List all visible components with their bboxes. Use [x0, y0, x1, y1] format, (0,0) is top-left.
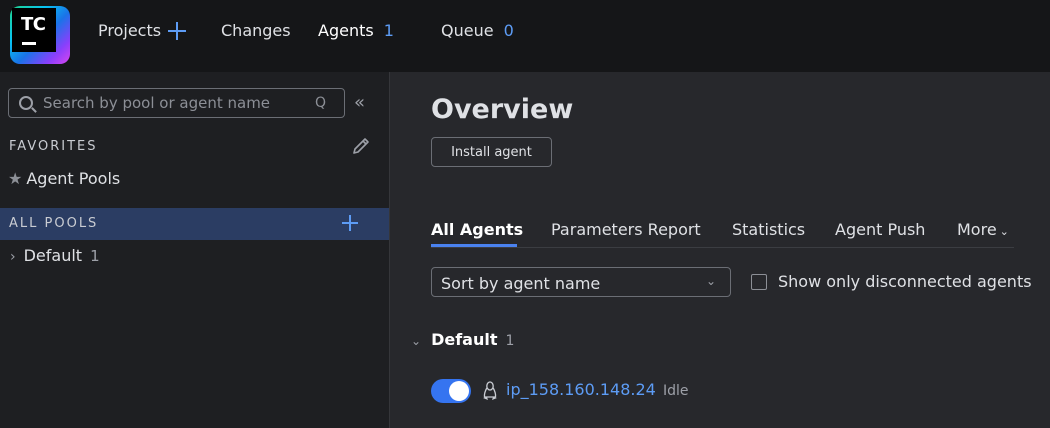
tab-all-agents[interactable]: All Agents	[431, 220, 523, 239]
plus-icon[interactable]	[168, 22, 186, 40]
agent-name-link[interactable]: ip_158.160.148.24	[506, 380, 656, 399]
pool-name[interactable]: Default	[24, 246, 82, 265]
favorite-item-label[interactable]: Agent Pools	[26, 169, 120, 188]
sidebar-pool-default[interactable]: › Default 1	[10, 246, 100, 265]
all-pools-row[interactable]: ALL POOLS	[0, 208, 389, 240]
active-tab-underline	[431, 244, 517, 247]
nav-changes[interactable]: Changes	[221, 21, 291, 40]
sort-select-value: Sort by agent name	[441, 274, 601, 293]
agent-tabs: All Agents Parameters Report Statistics …	[431, 218, 1014, 248]
nav-queue[interactable]: Queue 0	[441, 21, 514, 40]
pool-group-default[interactable]: ⌄ Default 1	[411, 330, 514, 349]
tab-statistics[interactable]: Statistics	[732, 220, 805, 239]
nav-projects-label[interactable]: Projects	[98, 21, 161, 40]
tab-agent-push[interactable]: Agent Push	[835, 220, 925, 239]
nav-projects[interactable]: Projects	[98, 21, 186, 40]
agent-status: Idle	[663, 383, 689, 399]
chevron-down-icon[interactable]: ⌄	[411, 334, 421, 348]
search-shortcut-hint: Q	[314, 95, 326, 111]
all-pools-heading: ALL POOLS	[9, 216, 99, 231]
nav-queue-label[interactable]: Queue	[441, 21, 494, 40]
sidebar: Q « FAVORITES ★Agent Pools ALL POOLS › De…	[0, 72, 390, 428]
nav-agents[interactable]: Agents 1	[318, 21, 394, 40]
queue-count-badge: 0	[503, 21, 514, 40]
tab-more-label[interactable]: More	[957, 220, 997, 239]
chevron-down-icon: ⌄	[705, 274, 716, 288]
search-icon	[19, 96, 33, 110]
chevron-down-icon: ⌄	[999, 225, 1009, 238]
group-count: 1	[505, 333, 515, 349]
linux-icon	[483, 381, 497, 400]
collapse-icon[interactable]: «	[354, 92, 365, 113]
add-pool-plus-icon[interactable]	[342, 215, 358, 231]
search-input[interactable]	[43, 93, 303, 113]
group-name[interactable]: Default	[431, 330, 497, 349]
pool-count: 1	[90, 247, 100, 265]
toggle-knob	[449, 381, 469, 401]
star-icon[interactable]: ★	[8, 169, 22, 188]
nav-agents-label[interactable]: Agents	[318, 21, 374, 40]
install-agent-button[interactable]: Install agent	[431, 137, 552, 167]
top-navigation-bar: TC Projects Changes Agents 1 Queue 0	[0, 0, 1050, 72]
main-content: Overview Install agent All Agents Parame…	[391, 72, 1050, 428]
agent-enabled-toggle[interactable]	[431, 379, 471, 403]
disconnected-label[interactable]: Show only disconnected agents	[778, 272, 1032, 291]
page-title: Overview	[431, 94, 574, 125]
search-box[interactable]: Q	[8, 88, 345, 118]
sort-select[interactable]: Sort by agent name ⌄	[431, 267, 731, 297]
logo-box: TC	[12, 8, 56, 52]
nav-changes-label[interactable]: Changes	[221, 21, 291, 40]
chevron-right-icon[interactable]: ›	[10, 249, 16, 265]
tab-parameters-report[interactable]: Parameters Report	[551, 220, 701, 239]
teamcity-logo[interactable]: TC	[10, 6, 70, 64]
favorite-agent-pools[interactable]: ★ Agent Pools	[8, 169, 120, 188]
agents-count-badge: 1	[383, 21, 394, 40]
tab-more[interactable]: More ⌄	[957, 220, 1009, 239]
disconnected-checkbox[interactable]	[751, 274, 767, 290]
favorites-heading: FAVORITES	[9, 139, 98, 154]
logo-text: TC	[21, 14, 46, 35]
pencil-icon[interactable]	[351, 136, 371, 156]
logo-bar	[22, 42, 36, 45]
